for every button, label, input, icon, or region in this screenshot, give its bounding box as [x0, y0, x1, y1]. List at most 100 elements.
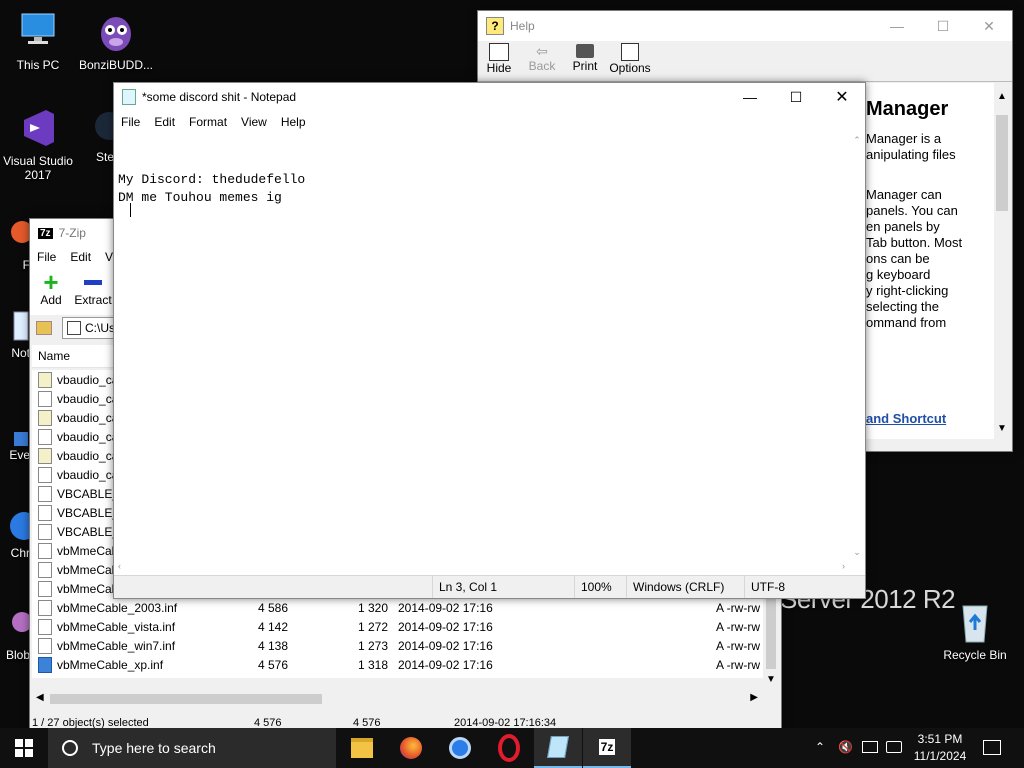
taskbar-chrome[interactable]	[436, 728, 484, 768]
scroll-down-icon[interactable]: ▼	[994, 423, 1010, 439]
printer-icon	[576, 44, 594, 58]
scroll-right-icon[interactable]: ▶	[750, 692, 758, 703]
notepad-menubar: File Edit Format View Help	[114, 111, 865, 133]
notepad-statusbar: Ln 3, Col 1 100% Windows (CRLF) UTF-8	[114, 575, 865, 598]
clock[interactable]: 3:51 PM 11/1/2024	[904, 731, 976, 765]
desktop-icon-notepad[interactable]: Not	[0, 308, 30, 360]
desktop-icon-bonzibuddy[interactable]: BonziBUDD...	[78, 10, 154, 72]
notepad-icon	[547, 736, 569, 758]
vertical-scrollbar[interactable]: ⌃ ⌄	[849, 133, 865, 560]
desktop-icon-label: This PC	[16, 58, 60, 72]
minimize-button[interactable]: —	[727, 83, 773, 112]
scroll-thumb[interactable]	[996, 115, 1008, 211]
scroll-right-icon[interactable]: ›	[842, 561, 845, 571]
horizontal-scrollbar[interactable]: ‹ ›	[114, 560, 849, 576]
table-row[interactable]: vbMmeCable_2003.inf 4 586 1 320 2014-09-02 …	[32, 598, 763, 617]
device-icon[interactable]	[886, 741, 902, 753]
config-file-icon	[38, 409, 52, 426]
desktop-icon-visual-studio[interactable]: Visual Studio 2017	[0, 106, 76, 182]
menu-file[interactable]: File	[30, 250, 63, 264]
notepad-window[interactable]: *some discord shit - Notepad — ☐ ✕ File …	[113, 82, 866, 599]
menu-edit[interactable]: Edit	[63, 250, 98, 264]
options-button[interactable]: Options	[606, 41, 654, 81]
taskbar-file-explorer[interactable]	[338, 728, 386, 768]
desktop-icon-label: F	[22, 258, 30, 272]
settings-file-icon	[38, 390, 52, 407]
search-box[interactable]: Type here to search	[48, 728, 336, 768]
config-file-icon	[38, 371, 52, 388]
table-row[interactable]: vbMmeCable_xp.inf 4 576 1 318 2014-09-02 17…	[32, 655, 763, 674]
blob-icon	[0, 600, 32, 648]
desktop-icon-blob[interactable]: Blob	[0, 600, 32, 662]
cursor-position: Ln 3, Col 1	[432, 576, 573, 598]
scroll-up-icon[interactable]: ⌃	[849, 135, 865, 146]
scroll-left-icon[interactable]: ◀	[36, 692, 44, 703]
sevenzip-logo-icon: 7z	[598, 739, 616, 755]
close-button[interactable]: ✕	[966, 11, 1012, 41]
volume-muted-icon[interactable]: 🔇	[838, 740, 853, 754]
taskbar-7zip[interactable]: 7z	[583, 728, 631, 768]
menu-file[interactable]: File	[114, 115, 147, 129]
start-button[interactable]	[0, 728, 48, 768]
maximize-button[interactable]: ☐	[920, 11, 966, 41]
desktop-icon-label: Chr	[10, 546, 30, 560]
network-icon[interactable]	[862, 741, 878, 753]
text-area[interactable]: My Discord: thedudefello DM me Touhou me…	[114, 133, 849, 560]
scroll-down-icon[interactable]: ▼	[763, 674, 779, 685]
desktop-icon-steam[interactable]: Ste	[80, 106, 114, 164]
desktop-icon-label: Visual Studio 2017	[3, 154, 73, 182]
add-button[interactable]: + Add	[30, 267, 72, 315]
scroll-down-icon[interactable]: ⌄	[849, 547, 865, 558]
settings-file-icon	[38, 561, 52, 578]
text-cursor-icon	[130, 203, 131, 217]
plus-icon: +	[43, 267, 59, 297]
scroll-thumb[interactable]	[766, 599, 776, 669]
menu-view[interactable]: View	[234, 115, 274, 129]
taskbar-opera[interactable]	[485, 728, 533, 768]
close-button[interactable]: ✕	[819, 83, 865, 112]
notepad-icon	[122, 89, 136, 105]
folder-icon	[351, 738, 373, 758]
desktop-icon-event[interactable]: Eve	[0, 430, 30, 462]
scroll-up-icon[interactable]: ▲	[994, 91, 1010, 107]
horizontal-scrollbar[interactable]: ◀ ▶	[32, 691, 762, 707]
config-file-icon	[38, 447, 52, 464]
desktop-icon-this-pc[interactable]: This PC	[0, 10, 76, 72]
taskbar-firefox[interactable]	[387, 728, 435, 768]
settings-file-icon	[38, 542, 52, 559]
desktop-icon-chrome[interactable]: Chr	[0, 506, 38, 560]
extract-button[interactable]: Extract	[72, 267, 114, 315]
steam-icon	[80, 106, 114, 150]
menu-help[interactable]: Help	[274, 115, 313, 129]
scroll-left-icon[interactable]: ‹	[118, 561, 121, 571]
print-button[interactable]: Print	[564, 41, 606, 81]
desktop-icon-label: Not	[11, 346, 30, 360]
path-icon	[67, 321, 81, 335]
help-link[interactable]: and Shortcut	[866, 411, 946, 427]
encoding: UTF-8	[744, 576, 865, 598]
notification-icon[interactable]	[983, 740, 1001, 755]
maximize-button[interactable]: ☐	[773, 83, 819, 112]
file-icon	[38, 523, 52, 540]
help-scrollbar[interactable]: ▲ ▼	[994, 91, 1010, 439]
tray-chevron-icon[interactable]: ⌃	[815, 740, 825, 754]
taskbar-notepad[interactable]	[534, 728, 582, 768]
desktop-icon-f[interactable]: F	[0, 214, 33, 272]
scroll-thumb[interactable]	[50, 694, 322, 704]
menu-format[interactable]: Format	[182, 115, 234, 129]
desktop-icon-label: Eve	[9, 448, 30, 462]
up-folder-icon[interactable]	[36, 321, 52, 335]
settings-file-icon	[38, 618, 52, 635]
file-icon	[38, 485, 52, 502]
minimize-button[interactable]: —	[874, 11, 920, 41]
column-header-name[interactable]: Name	[38, 349, 70, 363]
minus-icon	[84, 280, 102, 285]
menu-edit[interactable]: Edit	[147, 115, 182, 129]
table-row[interactable]: vbMmeCable_vista.inf 4 142 1 272 2014-09-02…	[32, 617, 763, 636]
table-row[interactable]: vbMmeCable_win7.inf 4 138 1 273 2014-09-02 …	[32, 636, 763, 655]
help-icon: ?	[486, 17, 504, 35]
back-button[interactable]: ⇦ Back	[520, 41, 564, 81]
hide-button[interactable]: Hide	[478, 41, 520, 81]
bonzi-icon	[94, 10, 138, 54]
vertical-scrollbar[interactable]: ▼	[763, 599, 779, 691]
